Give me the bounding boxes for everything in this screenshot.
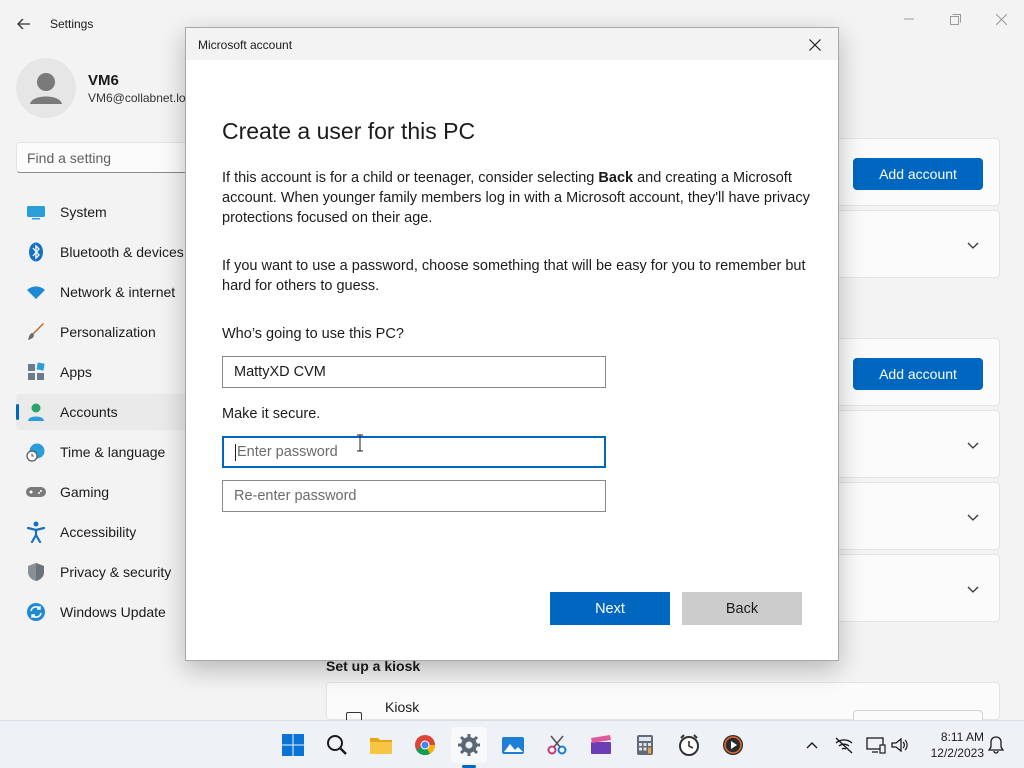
back-button[interactable]: Back	[682, 592, 802, 625]
avatar	[16, 58, 76, 118]
sidebar-item-label: Accounts	[60, 404, 118, 420]
gamepad-icon	[24, 480, 48, 504]
dialog-heading: Create a user for this PC	[222, 118, 476, 144]
media-player-icon[interactable]	[715, 727, 751, 763]
clock-date: 12/2/2023	[930, 746, 984, 760]
next-button[interactable]: Next	[550, 592, 670, 625]
taskbar: 8:11 AM 12/2/2023	[0, 720, 1024, 768]
username-label: Who’s going to use this PC?	[222, 326, 404, 342]
photos-icon[interactable]	[495, 727, 531, 763]
clock-icon[interactable]	[671, 727, 707, 763]
maximize-icon[interactable]	[932, 4, 978, 34]
dialog-title: Microsoft account	[198, 38, 293, 52]
chevron-down-icon	[967, 242, 979, 249]
microsoft-account-dialog: Microsoft account Create a user for this…	[185, 27, 839, 661]
sidebar-item-label: Time & language	[60, 444, 166, 460]
chevron-down-icon	[967, 586, 979, 593]
clock-time: 8:11 AM	[940, 730, 984, 744]
password-placeholder: Enter password	[237, 444, 338, 460]
notification-bell-icon[interactable]	[986, 735, 1006, 755]
text-caret	[235, 443, 236, 461]
chevron-down-icon	[967, 514, 979, 521]
sidebar-item-label: Privacy & security	[60, 564, 172, 580]
snipping-tool-icon[interactable]	[539, 727, 575, 763]
back-arrow-icon[interactable]	[10, 10, 38, 38]
sidebar-item-label: Apps	[60, 364, 92, 380]
brush-icon	[24, 320, 48, 344]
sidebar-item-label: System	[60, 204, 107, 220]
chevron-down-icon	[967, 442, 979, 449]
search-placeholder: Find a setting	[27, 150, 112, 166]
system-clock[interactable]: 8:11 AM 12/2/2023	[920, 729, 984, 761]
display-icon[interactable]	[866, 735, 886, 755]
chevron-up-icon[interactable]	[802, 735, 822, 755]
shield-icon	[24, 560, 48, 584]
update-icon	[24, 600, 48, 624]
chrome-icon[interactable]	[407, 727, 443, 763]
sidebar-item-label: Gaming	[60, 484, 110, 500]
close-window-icon[interactable]	[978, 4, 1024, 34]
user-email: VM6@collabnet.local	[88, 91, 186, 105]
sidebar-item-label: Personalization	[60, 324, 156, 340]
sidebar-item-label: Windows Update	[60, 604, 166, 620]
reenter-placeholder: Re-enter password	[234, 488, 357, 504]
network-offline-icon[interactable]	[834, 735, 854, 755]
reenter-password-input[interactable]: Re-enter password	[222, 480, 606, 512]
secure-label: Make it secure.	[222, 406, 321, 422]
system-icon	[24, 200, 48, 224]
accessibility-icon	[24, 520, 48, 544]
username-value: MattyXD CVM	[234, 364, 326, 380]
bluetooth-icon	[24, 240, 48, 264]
minimize-icon[interactable]	[886, 4, 932, 34]
wifi-icon	[24, 280, 48, 304]
ibeam-cursor-icon	[357, 434, 363, 452]
file-explorer-icon[interactable]	[363, 727, 399, 763]
password-input[interactable]: Enter password	[222, 436, 606, 468]
add-account-button[interactable]: Add account	[853, 158, 983, 190]
sidebar-item-label: Bluetooth & devices	[60, 244, 184, 260]
globe-clock-icon	[24, 440, 48, 464]
add-account-button[interactable]: Add account	[853, 358, 983, 390]
sidebar-item-label: Accessibility	[60, 524, 137, 540]
user-name: VM6	[88, 72, 119, 89]
settings-icon[interactable]	[451, 727, 487, 763]
clapperboard-icon[interactable]	[583, 727, 619, 763]
apps-icon	[24, 360, 48, 384]
app-title: Settings	[50, 17, 94, 31]
username-input[interactable]: MattyXD CVM	[222, 356, 606, 388]
back-emphasis: Back	[598, 170, 634, 186]
search-icon[interactable]	[319, 727, 355, 763]
volume-icon[interactable]	[890, 735, 910, 755]
child-account-notice: If this account is for a child or teenag…	[222, 170, 810, 226]
accounts-icon	[24, 400, 48, 424]
windows-start-icon[interactable]	[275, 727, 311, 763]
close-icon[interactable]	[804, 34, 826, 56]
calculator-icon[interactable]	[627, 727, 663, 763]
password-advice: If you want to use a password, choose so…	[222, 258, 806, 294]
sidebar-item-label: Network & internet	[60, 284, 176, 300]
kiosk-label: Kiosk	[385, 699, 420, 715]
